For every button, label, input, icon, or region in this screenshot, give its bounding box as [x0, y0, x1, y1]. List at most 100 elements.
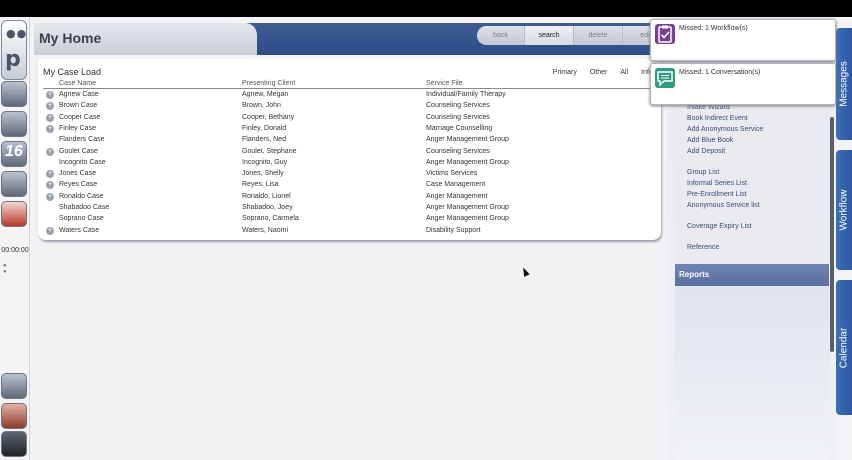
service-file-cell: Anger Management Group: [426, 204, 509, 211]
tab-workflow[interactable]: Workflow: [836, 150, 852, 270]
notification-workflow[interactable]: Missed: 1 Workflow(s): [650, 19, 836, 61]
back-button[interactable]: back: [477, 26, 525, 45]
header-divider: [43, 88, 655, 89]
dock-notes-button[interactable]: [1, 171, 27, 197]
col-header-service-file[interactable]: Service File: [426, 80, 463, 87]
link-coverage-expiry-list[interactable]: Coverage Expiry List: [687, 223, 752, 230]
table-row[interactable]: + Ronaldo Case Ronaldo, Lionel Anger Manage…: [38, 192, 661, 203]
logo-eyes-icon: ●●: [6, 27, 28, 40]
expand-icon[interactable]: +: [46, 226, 54, 235]
table-row[interactable]: + Reyes Case Reyes, Lisa Case Management: [38, 180, 661, 191]
link-add-blue-book[interactable]: Add Blue Book: [687, 137, 733, 144]
table-row[interactable]: + Goulet Case Goulet, Stephane Counseling S…: [38, 147, 661, 158]
filter-primary[interactable]: Primary: [553, 69, 577, 76]
case-name-cell[interactable]: Ronaldo Case: [59, 193, 103, 200]
case-name-cell[interactable]: Soprano Case: [59, 215, 104, 222]
notification-conversation[interactable]: Missed: 1 Conversation(s): [650, 63, 836, 105]
service-file-cell: Case Management: [426, 181, 486, 189]
tab-workflow-label: Workflow: [838, 189, 850, 231]
filter-other[interactable]: Other: [590, 69, 608, 76]
expand-icon[interactable]: +: [46, 124, 54, 133]
presenting-client-cell: Cooper, Bethany: [242, 113, 295, 121]
expand-icon[interactable]: +: [46, 102, 54, 111]
table-row[interactable]: + Agnew Case Agnew, Megan Individual/Family…: [38, 90, 661, 101]
table-row[interactable]: + Cooper Case Cooper, Bethany Counseling Se…: [38, 113, 661, 124]
expand-icon[interactable]: +: [46, 170, 54, 179]
table-row[interactable]: Shabadoo Case Shabadoo, Joey Anger Managem…: [38, 203, 661, 214]
case-name-cell[interactable]: Cooper Case: [59, 114, 100, 121]
main-panel: My Home back search delete edi My Case L…: [34, 23, 668, 460]
case-name-cell[interactable]: Flanders Case: [59, 136, 105, 143]
table-row[interactable]: Flanders Case Flanders, Ned Anger Manageme…: [38, 135, 661, 146]
case-name-cell[interactable]: Incognito Case: [59, 159, 106, 166]
link-book-indirect-event[interactable]: Book Indirect Event: [687, 115, 748, 122]
table-row[interactable]: Incognito Case Incognito, Guy Anger Manage…: [38, 158, 661, 169]
expand-icon[interactable]: +: [46, 113, 54, 122]
case-name-cell[interactable]: Finley Case: [59, 125, 96, 132]
dock-people-button[interactable]: [1, 111, 27, 137]
tab-calendar-label: Calendar: [838, 327, 850, 368]
presenting-client-cell: Jones, Shelly: [242, 170, 284, 178]
service-file-cell: Individual/Family Therapy: [426, 91, 506, 98]
case-name-cell[interactable]: Agnew Case: [59, 91, 99, 98]
link-anonymous-service-list[interactable]: Anonymous Service list: [687, 202, 760, 209]
app-window: ●● p 16 00:00:00 ● ● My Home back search…: [0, 0, 852, 460]
link-group-list[interactable]: Group List: [687, 169, 719, 176]
table-row[interactable]: + Finley Case Finley, Donald Marriage Couns…: [38, 124, 661, 135]
chat-bubble-icon: [655, 68, 675, 88]
service-file-cell: Anger Management Group: [426, 136, 509, 144]
link-add-deposit[interactable]: Add Deposit: [687, 148, 725, 155]
expand-icon[interactable]: +: [46, 192, 54, 201]
tab-messages[interactable]: Messages: [836, 28, 852, 140]
expand-icon[interactable]: +: [46, 91, 54, 99]
presenting-client-cell: Goulet, Stephane: [242, 147, 297, 155]
app-logo[interactable]: ●● p: [1, 20, 27, 80]
service-file-cell: Counseling Services: [426, 147, 490, 155]
dock-exit-button[interactable]: [1, 431, 27, 457]
search-button[interactable]: search: [525, 26, 574, 45]
dock-media-button[interactable]: [1, 403, 27, 429]
expand-icon[interactable]: +: [46, 181, 54, 190]
service-file-cell: Counseling Services: [426, 102, 490, 110]
case-name-cell[interactable]: Waters Case: [59, 227, 99, 234]
link-reference[interactable]: Reference: [687, 244, 719, 251]
service-file-cell: Disability Support: [426, 226, 481, 234]
dock-calendar-button[interactable]: 16: [1, 141, 27, 167]
col-header-case-name[interactable]: Case Name: [59, 80, 96, 87]
main-header: My Home back search delete edi: [34, 23, 668, 55]
table-row[interactable]: + Waters Case Waters, Naomi Disability Supp…: [38, 226, 661, 237]
service-file-cell: Victims Services: [426, 170, 478, 178]
table-row[interactable]: Soprano Case Soprano, Carmela Anger Manage…: [38, 214, 661, 225]
case-name-cell[interactable]: Goulet Case: [59, 148, 98, 155]
case-name-cell[interactable]: Brown Case: [59, 102, 97, 109]
table-row[interactable]: + Jones Case Jones, Shelly Victims Services: [38, 169, 661, 180]
delete-button[interactable]: delete: [574, 26, 623, 45]
tab-calendar[interactable]: Calendar: [836, 280, 852, 415]
presenting-client-cell: Brown, John: [242, 102, 281, 110]
link-add-anonymous-service[interactable]: Add Anonymous Service: [687, 126, 763, 133]
dock-camera-button[interactable]: [1, 373, 27, 399]
table-row[interactable]: + Brown Case Brown, John Counseling Service…: [38, 101, 661, 112]
case-name-cell[interactable]: Shabadoo Case: [59, 204, 109, 211]
case-name-cell[interactable]: Jones Case: [59, 170, 96, 177]
logo-letter: p: [5, 47, 21, 72]
case-name-cell[interactable]: Reyes Case: [59, 181, 97, 188]
link-intake-wizard[interactable]: Intake Wizard: [687, 104, 730, 111]
service-file-cell: Marriage Counselling: [426, 124, 493, 132]
right-panel-scrollbar[interactable]: [830, 117, 834, 352]
service-file-cell: Anger Management: [426, 192, 488, 200]
filter-all[interactable]: All: [620, 69, 628, 76]
case-load-title: My Case Load: [43, 67, 102, 77]
page-title: My Home: [39, 30, 102, 46]
reports-section-header[interactable]: Reports: [675, 264, 829, 286]
link-pre-enrollment-list[interactable]: Pre-Enrollment List: [687, 191, 747, 198]
reports-section-body: [675, 286, 829, 460]
expand-icon[interactable]: +: [46, 147, 54, 156]
dock-timer-button[interactable]: [1, 201, 27, 227]
col-header-presenting-client[interactable]: Presenting Client: [242, 80, 295, 87]
timer-controls[interactable]: ● ●: [3, 263, 29, 275]
presenting-client-cell: Shabadoo, Joey: [242, 204, 293, 211]
link-informal-series-list[interactable]: Informal Series List: [687, 180, 747, 187]
dock-network-button[interactable]: [1, 81, 27, 107]
presenting-client-cell: Reyes, Lisa: [242, 181, 279, 189]
